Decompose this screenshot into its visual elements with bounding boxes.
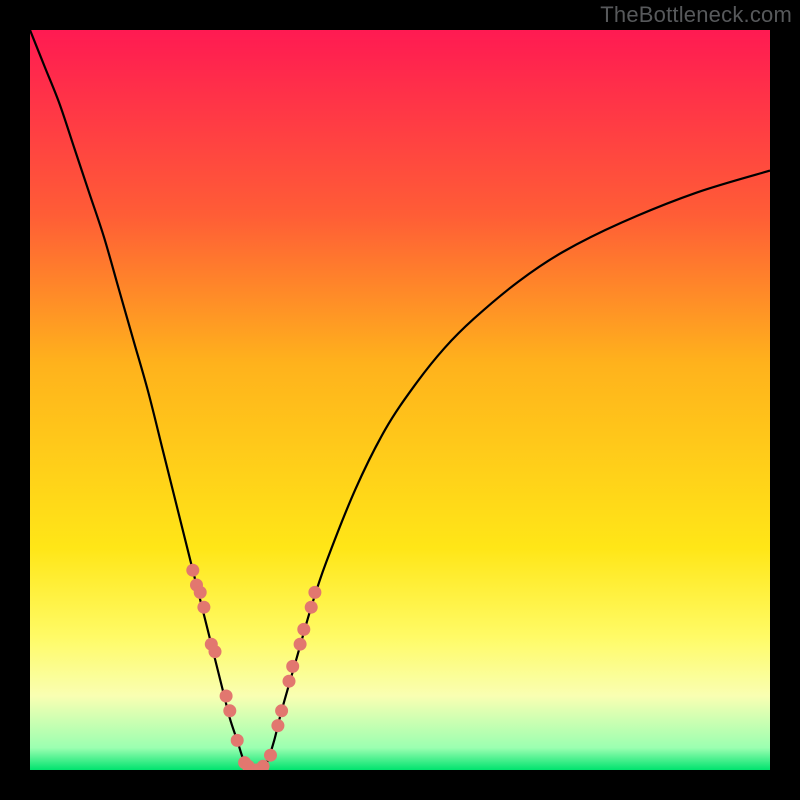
chart-frame: TheBottleneck.com (0, 0, 800, 800)
highlight-dot (197, 601, 210, 614)
highlight-dot (220, 690, 233, 703)
highlight-dot (294, 638, 307, 651)
highlight-dot (275, 704, 288, 717)
plot-area (30, 30, 770, 770)
gradient-background (30, 30, 770, 770)
highlight-dot (223, 704, 236, 717)
watermark-text: TheBottleneck.com (600, 2, 792, 28)
highlight-dot (264, 749, 277, 762)
highlight-dot (194, 586, 207, 599)
highlight-dot (308, 586, 321, 599)
highlight-dot (305, 601, 318, 614)
highlight-dot (209, 645, 222, 658)
highlight-dot (286, 660, 299, 673)
bottleneck-chart (30, 30, 770, 770)
highlight-dot (186, 564, 199, 577)
highlight-dot (231, 734, 244, 747)
highlight-dot (297, 623, 310, 636)
highlight-dot (271, 719, 284, 732)
highlight-dot (283, 675, 296, 688)
